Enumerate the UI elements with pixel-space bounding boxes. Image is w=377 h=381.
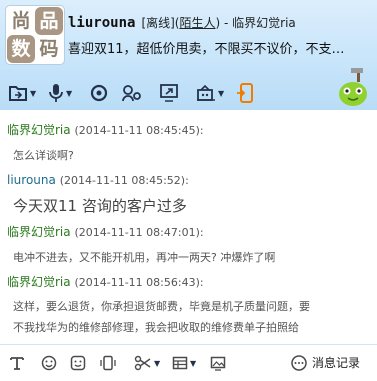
message-sender[interactable]: 临界幻觉ria <box>7 275 71 289</box>
message-history-button[interactable]: 消息记录 <box>290 354 360 371</box>
app-store-icon <box>197 84 215 101</box>
message-history-label: 消息记录 <box>312 356 361 370</box>
magic-emoji-button[interactable] <box>70 354 86 372</box>
chat-bubble-icon <box>291 354 307 371</box>
layout-button[interactable]: ▼ <box>172 354 196 372</box>
message-header: 临界幻觉ria (2014-11-11 08:56:43): <box>7 273 204 290</box>
font-button[interactable] <box>9 354 25 372</box>
avatar[interactable]: 尚 品 数 码 <box>6 6 64 64</box>
message-header: 临界幻觉ria (2014-11-11 08:45:45): <box>7 121 204 138</box>
file-transfer-icon <box>9 86 27 101</box>
chevron-down-icon: ▼ <box>66 88 73 98</box>
contact-signature: 喜迎双11，超低价甩卖，不限买不议价，不支… <box>68 42 345 57</box>
phone-transfer-button[interactable] <box>236 82 254 104</box>
chat-header: 尚 品 数 码 liurouna [离线](陌生人) - 临界幻觉ria 喜迎双1… <box>0 0 377 110</box>
chevron-down-icon: ▼ <box>218 88 225 98</box>
screenshot-button[interactable]: ▼ <box>134 354 160 372</box>
mascot-icon[interactable] <box>337 68 369 106</box>
stranger-link[interactable]: 陌生人 <box>179 16 215 30</box>
screenshot-icon <box>134 355 151 371</box>
voice-call-button[interactable]: ▼ <box>48 82 72 104</box>
remote-assist-icon <box>122 85 141 102</box>
magic-emoji-icon <box>70 355 86 371</box>
message-sender[interactable]: 临界幻觉ria <box>7 123 71 137</box>
chevron-down-icon: ▼ <box>190 358 197 368</box>
message-sender[interactable]: liurouna <box>7 173 56 187</box>
message-text-line2: 不我找华为的维修部修理，我会把收取的维修费单子拍照给 <box>13 321 299 334</box>
avatar-char-4: 码 <box>35 35 63 63</box>
contact-status: [离线]( <box>141 16 180 30</box>
message-header: 临界幻觉ria (2014-11-11 08:47:01): <box>7 223 204 240</box>
video-call-button[interactable] <box>90 82 108 104</box>
avatar-char-3: 数 <box>7 35 35 63</box>
message-header: liurouna (2014-11-11 08:45:52): <box>7 173 189 187</box>
emoji-icon <box>41 355 57 371</box>
shake-icon <box>100 355 116 371</box>
voice-call-icon <box>49 84 63 102</box>
contact-name-line: liurouna [离线](陌生人) - 临界幻觉ria <box>68 14 296 34</box>
avatar-char-2: 品 <box>35 7 63 35</box>
message-text: 怎么详谈啊? <box>13 149 74 162</box>
chevron-down-icon: ▼ <box>154 358 161 368</box>
remote-assist-button[interactable] <box>122 82 142 104</box>
app-store-button[interactable]: ▼ <box>196 82 224 104</box>
chevron-down-icon: ▼ <box>30 88 37 98</box>
image-button[interactable] <box>210 354 226 372</box>
message-sender[interactable]: 临界幻觉ria <box>7 225 71 239</box>
message-time: (2014-11-11 08:47:01): <box>74 226 204 239</box>
contact-nickname[interactable]: liurouna <box>68 15 135 31</box>
contact-status-tail: ) - 临界幻觉ria <box>215 16 296 30</box>
message-time: (2014-11-11 08:45:45): <box>74 124 204 137</box>
message-time: (2014-11-11 08:56:43): <box>74 276 204 289</box>
image-icon <box>210 356 226 371</box>
chat-toolbar: ▼ ▼ ▼ <box>0 78 300 108</box>
message-text: 这样，要么退货，你承担退货邮费，毕竟是机子质量问题，要 <box>13 300 310 313</box>
phone-transfer-icon <box>237 83 253 103</box>
input-toolbar: ▼ ▼ 消息记录 <box>0 344 377 381</box>
message-text: 今天双11 咨询的客户过多 <box>13 197 187 215</box>
message-list[interactable]: 临界幻觉ria (2014-11-11 08:45:45): 怎么详谈啊? li… <box>0 111 377 341</box>
message-text: 电冲不进去，又不能开机用，再冲一两天? 冲爆炸了啊 <box>13 251 276 264</box>
video-call-icon <box>90 84 108 102</box>
layout-icon <box>172 356 188 370</box>
message-time: (2014-11-11 08:45:52): <box>59 174 189 187</box>
avatar-char-1: 尚 <box>7 7 35 35</box>
shake-button[interactable] <box>100 354 116 372</box>
screen-share-button[interactable] <box>160 82 178 104</box>
font-icon <box>10 357 24 370</box>
emoji-button[interactable] <box>41 354 57 372</box>
screen-share-icon <box>160 84 178 102</box>
file-transfer-button[interactable]: ▼ <box>8 82 36 104</box>
